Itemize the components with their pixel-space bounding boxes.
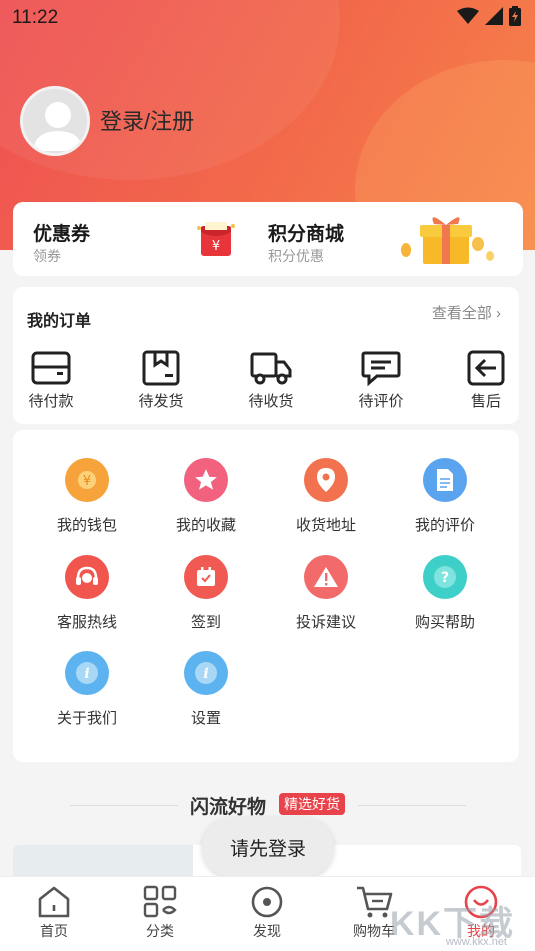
coupon-title: 优惠券 [33,224,91,245]
order-pending-shipment[interactable]: 待发货 [121,350,201,411]
service-label: 设置 [190,710,221,727]
order-pending-receipt[interactable]: 待收货 [231,350,311,411]
promo-card: 优惠券 领券 ¥ 积分商城 积分优惠 [13,202,523,276]
location-icon [304,458,348,502]
divider [70,805,178,806]
services-card: ¥ 我的钱包 我的收藏 收货地址 我的评价 客服热线 签到 投诉建议 ? 购买帮… [13,430,519,762]
order-item-label: 待收货 [248,393,294,410]
order-after-sales[interactable]: 售后 [446,350,526,411]
service-label: 投诉建议 [295,614,356,631]
service-address[interactable]: 收货地址 [266,458,386,535]
service-label: 收货地址 [295,517,356,534]
info-icon: i [65,651,109,695]
order-item-label: 待评价 [358,393,404,410]
red-envelope-icon: ¥ [197,222,235,256]
coupon-subtitle: 领券 [33,248,61,264]
headset-icon [65,555,109,599]
chevron-right-icon: › [496,305,501,322]
service-complaints[interactable]: 投诉建议 [266,555,386,632]
signal-icon [485,7,503,25]
svg-text:i: i [84,666,89,682]
category-icon [143,885,177,918]
service-label: 我的收藏 [175,517,236,534]
service-label: 关于我们 [56,710,117,727]
goods-title: 闪流好物 [190,797,267,818]
status-time: 11:22 [12,7,59,28]
tab-label: 分类 [146,923,174,939]
service-label: 客服热线 [56,614,117,631]
service-customer-hotline[interactable]: 客服热线 [27,555,147,632]
status-bar: 11:22 [0,0,535,36]
home-icon [38,886,70,918]
order-item-label: 待付款 [28,393,74,410]
discover-icon [251,886,283,918]
points-subtitle: 积分优惠 [268,248,324,264]
calendar-check-icon [184,555,228,599]
coupon-yen-glyph: ¥ [212,239,220,254]
service-my-reviews[interactable]: 我的评价 [385,458,505,535]
points-title: 积分商城 [268,224,345,245]
order-item-label: 售后 [470,393,501,410]
login-toast: 请先登录 [202,817,334,877]
svg-text:¥: ¥ [83,474,91,489]
view-all-orders-link[interactable]: 查看全部 › [432,302,501,323]
wallet-icon [31,351,71,385]
goods-section-header: 闪流好物 精选好货 [0,790,535,820]
tab-home[interactable]: 首页 [14,885,94,941]
service-my-wallet[interactable]: ¥ 我的钱包 [27,458,147,535]
tab-label: 首页 [40,923,68,939]
orders-card: 我的订单 查看全部 › 待付款 待发货 待收货 待评价 售后 [13,287,519,424]
service-about-us[interactable]: i 关于我们 [27,651,147,728]
order-pending-review[interactable]: 待评价 [341,350,421,411]
orders-title: 我的订单 [27,313,92,330]
package-icon [142,350,180,386]
service-label: 我的钱包 [56,517,117,534]
gift-box-icon [401,217,494,264]
cart-icon [357,886,393,918]
comment-icon [361,351,401,386]
battery-icon [509,6,521,26]
return-icon [467,350,505,386]
service-purchase-help[interactable]: ? 购买帮助 [385,555,505,632]
watermark-url: www.kkx.net [445,936,507,948]
tab-discover[interactable]: 发现 [227,885,307,941]
login-register-link[interactable]: 登录/注册 [100,104,194,136]
tab-label: 发现 [253,923,281,939]
view-all-label: 查看全部 [431,305,492,322]
service-check-in[interactable]: 签到 [146,555,266,632]
info-icon: i [184,651,228,695]
svg-text:i: i [203,666,208,682]
wallet-coin-icon: ¥ [65,458,109,502]
avatar[interactable] [20,86,90,156]
service-label: 签到 [190,614,221,631]
help-icon: ? [423,555,467,599]
order-item-label: 待发货 [138,393,184,410]
service-settings[interactable]: i 设置 [146,651,266,728]
divider [358,805,466,806]
goods-tag-badge: 精选好货 [279,793,345,815]
truck-icon [250,352,292,385]
warning-icon [304,555,348,599]
star-icon [184,458,228,502]
service-label: 我的评价 [414,517,475,534]
service-label: 购买帮助 [414,614,475,631]
tab-category[interactable]: 分类 [120,885,200,941]
order-pending-payment[interactable]: 待付款 [11,350,91,411]
wifi-icon [457,7,479,24]
document-icon [423,458,467,502]
service-my-favorites[interactable]: 我的收藏 [146,458,266,535]
svg-text:?: ? [441,570,449,586]
